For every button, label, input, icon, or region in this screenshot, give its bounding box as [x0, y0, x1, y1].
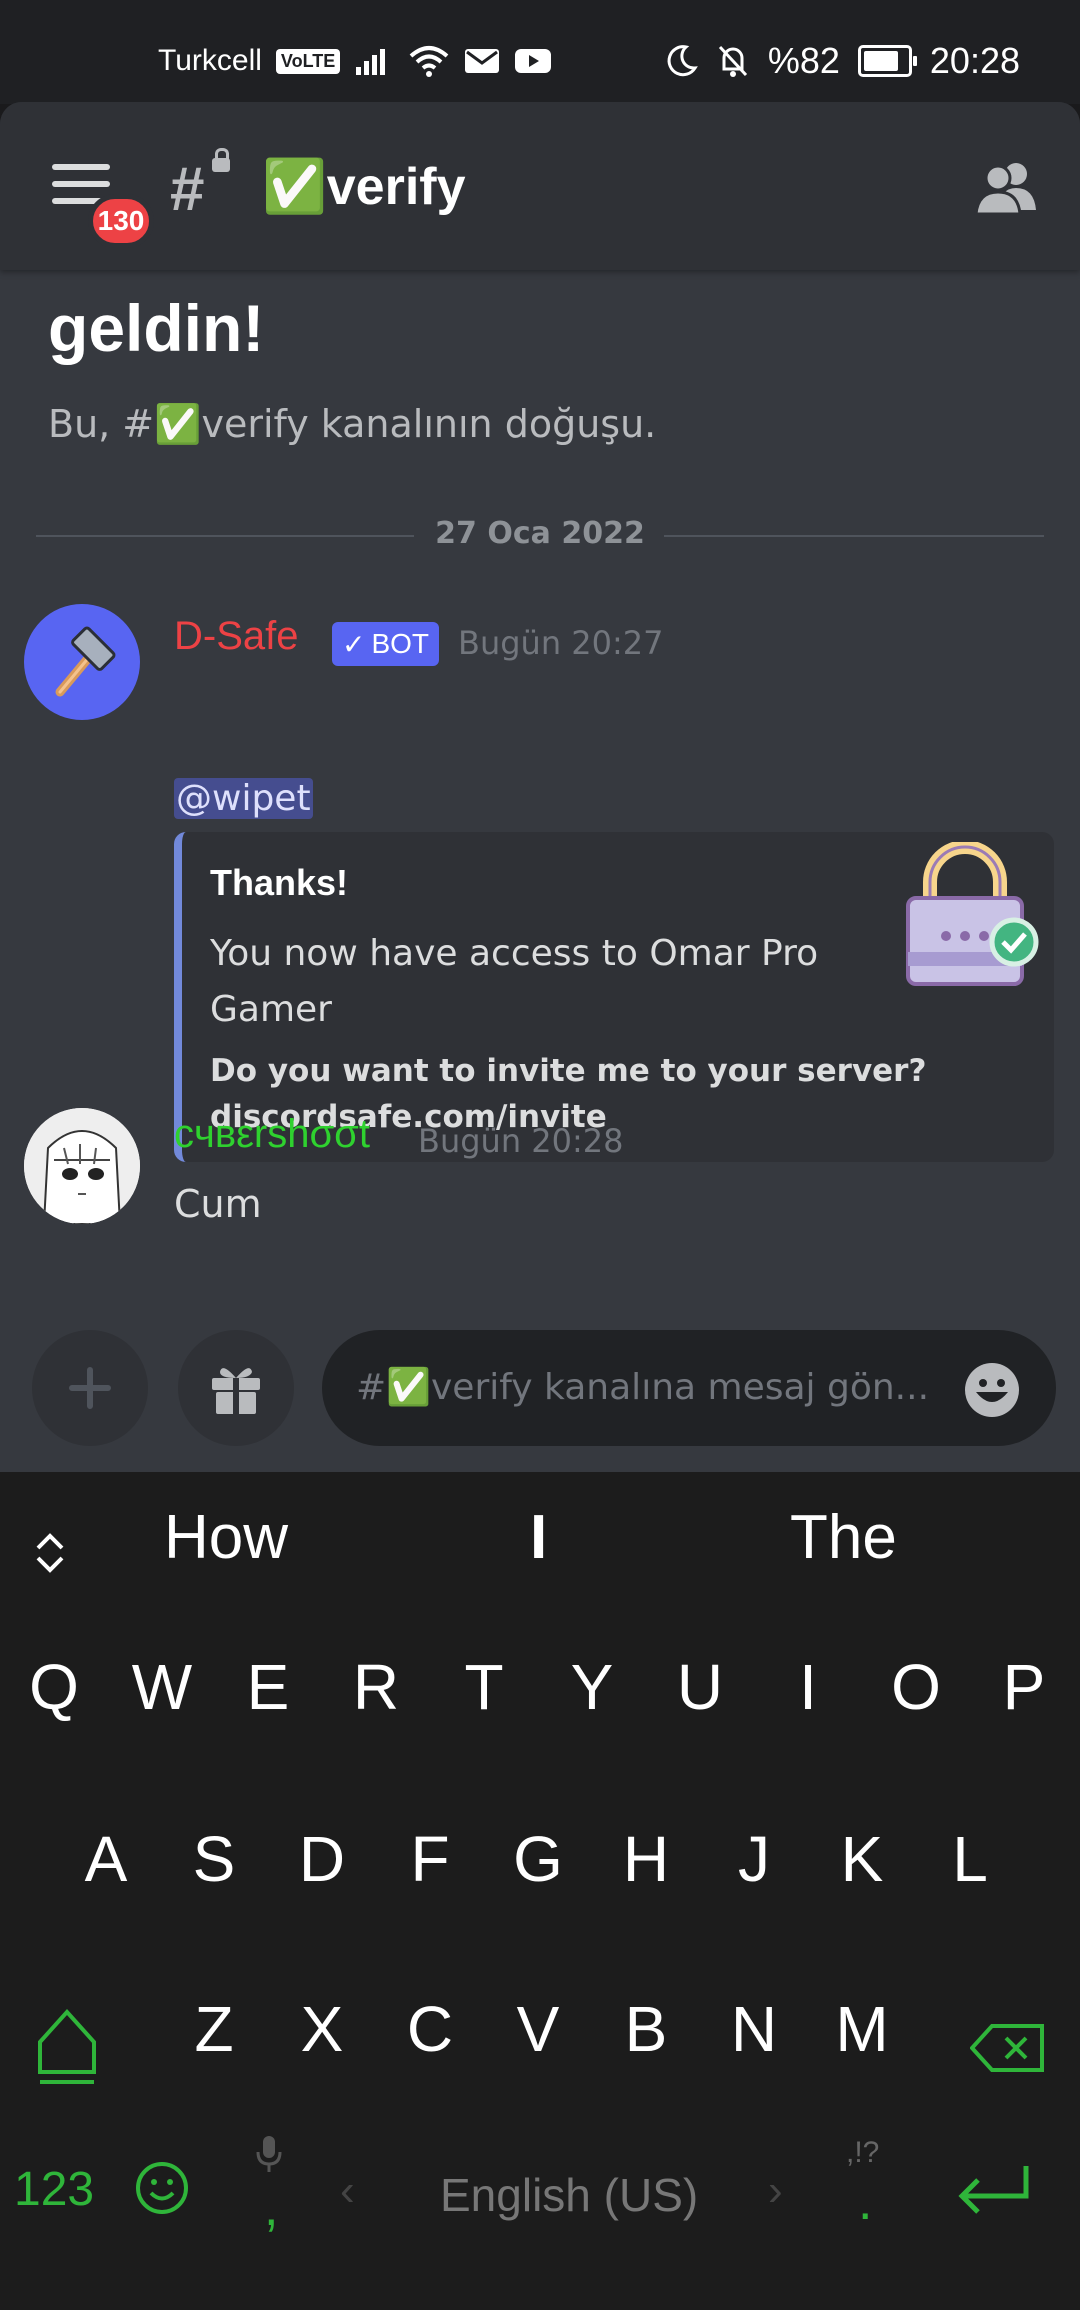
key-x[interactable]: X [272, 1992, 372, 2066]
add-attachment-button[interactable] [32, 1330, 148, 1446]
channel-header: 130 # ✅verify [0, 102, 1080, 270]
signal-icon [356, 49, 386, 75]
key-e[interactable]: E [218, 1650, 318, 1724]
key-m[interactable]: M [812, 1992, 912, 2066]
space-bar[interactable]: English (US) [440, 2168, 698, 2222]
key-a[interactable]: A [56, 1822, 156, 1896]
chevron-left-icon: ‹ [340, 2166, 355, 2215]
key-s[interactable]: S [164, 1822, 264, 1896]
period-key[interactable]: . [858, 2172, 872, 2232]
battery-icon [857, 45, 917, 77]
channel-title[interactable]: ✅verify [262, 156, 466, 217]
key-u[interactable]: U [650, 1650, 750, 1724]
on-screen-keyboard: How I The Q W E R T Y U I O P A S D F G … [0, 1472, 1080, 2310]
key-p[interactable]: P [974, 1650, 1074, 1724]
suggestion-3[interactable]: The [790, 1502, 897, 1573]
key-i[interactable]: I [758, 1650, 858, 1724]
message-timestamp: Bugün 20:27 [458, 624, 664, 662]
message-input-placeholder: #✅verify kanalına mesaj gön... [356, 1367, 930, 1408]
date-divider: 27 Oca 2022 [435, 516, 645, 551]
embed-field-line: Do you want to invite me to your server? [210, 1053, 927, 1089]
notification-badge: 130 [88, 194, 154, 248]
status-bar: Turkcell VoLTE %82 20:28 [0, 0, 1080, 104]
key-r[interactable]: R [326, 1650, 426, 1724]
key-z[interactable]: Z [164, 1992, 264, 2066]
members-icon[interactable] [970, 158, 1040, 218]
clock: 20:28 [929, 40, 1020, 81]
user-mention[interactable]: @wipet [174, 778, 313, 819]
key-v[interactable]: V [488, 1992, 588, 2066]
key-j[interactable]: J [704, 1822, 804, 1896]
emoji-key-icon[interactable] [134, 2160, 190, 2216]
battery-percent: %82 [767, 40, 840, 81]
avatar-cybershoot[interactable] [24, 1108, 140, 1224]
locked-channel-hash-icon: # [170, 155, 205, 224]
key-k[interactable]: K [812, 1822, 912, 1896]
mute-bell-icon [718, 45, 747, 77]
chat-panel: 130 # ✅verify geldin! Bu, #✅verify kanal… [0, 102, 1080, 1472]
punctuation-hint: ,!? [846, 2136, 880, 2169]
verified-check-icon: ✓ [342, 628, 366, 660]
embed-title: Thanks! [210, 862, 349, 903]
padlock-check-icon [906, 842, 1039, 986]
suggestion-1[interactable]: How [164, 1502, 288, 1573]
welcome-subtitle: Bu, #✅verify kanalının doğuşu. [48, 402, 657, 446]
volte-icon: VoLTE [275, 48, 341, 74]
bot-tag-label: BOT [371, 628, 430, 659]
gift-button[interactable] [178, 1330, 294, 1446]
lock-icon [212, 148, 230, 172]
message-author[interactable]: cчвεrshσσt [174, 1112, 370, 1157]
moon-icon [667, 45, 698, 77]
key-f[interactable]: F [380, 1822, 480, 1896]
status-right: %82 20:28 [664, 40, 1020, 82]
backspace-icon[interactable] [970, 2022, 1046, 2074]
welcome-title: geldin! [48, 291, 265, 365]
key-t[interactable]: T [434, 1650, 534, 1724]
plus-icon [69, 1367, 111, 1409]
key-c[interactable]: C [380, 1992, 480, 2066]
hammer-icon [55, 626, 116, 697]
suggestion-2[interactable]: I [530, 1502, 547, 1573]
divider-right [664, 535, 1044, 537]
emoji-icon[interactable] [964, 1362, 1020, 1418]
chevron-right-icon: › [768, 2166, 783, 2215]
key-b[interactable]: B [596, 1992, 696, 2066]
key-h[interactable]: H [596, 1822, 696, 1896]
avatar-d-safe[interactable] [24, 604, 140, 720]
status-left: Turkcell VoLTE [158, 44, 552, 78]
youtube-icon [515, 49, 552, 73]
anime-girl-avatar-icon [24, 1108, 140, 1224]
enter-icon[interactable] [954, 2162, 1034, 2224]
mic-icon[interactable] [254, 2134, 284, 2174]
expand-toggle-icon[interactable] [32, 1530, 68, 1576]
key-row-1: Q W E R T Y U I O P [0, 1650, 1080, 1770]
key-y[interactable]: Y [542, 1650, 642, 1724]
gift-icon [212, 1368, 260, 1414]
key-row-3: Z X C V B N M [0, 1992, 1080, 2112]
key-o[interactable]: O [866, 1650, 966, 1724]
key-row-2: A S D F G H J K L [0, 1822, 1080, 1942]
mail-icon [465, 49, 500, 73]
key-g[interactable]: G [488, 1822, 588, 1896]
shift-icon[interactable] [34, 2004, 100, 2086]
embed-description: You now have access to Omar Pro Gamer [210, 933, 819, 1030]
key-l[interactable]: L [920, 1822, 1020, 1896]
key-q[interactable]: Q [4, 1650, 104, 1724]
numbers-key[interactable]: 123 [14, 2162, 94, 2217]
message-author[interactable]: D-Safe [174, 614, 299, 659]
message-text: Cum [174, 1182, 262, 1226]
carrier-name: Turkcell [158, 44, 262, 77]
bot-tag: ✓ BOT [332, 622, 440, 666]
comma-key[interactable]: , [264, 2178, 278, 2238]
message-input[interactable]: #✅verify kanalına mesaj gön... [322, 1330, 1056, 1446]
wifi-icon [409, 46, 449, 77]
key-n[interactable]: N [704, 1992, 804, 2066]
key-w[interactable]: W [112, 1650, 212, 1724]
message-timestamp: Bugün 20:28 [418, 1122, 624, 1160]
key-d[interactable]: D [272, 1822, 372, 1896]
